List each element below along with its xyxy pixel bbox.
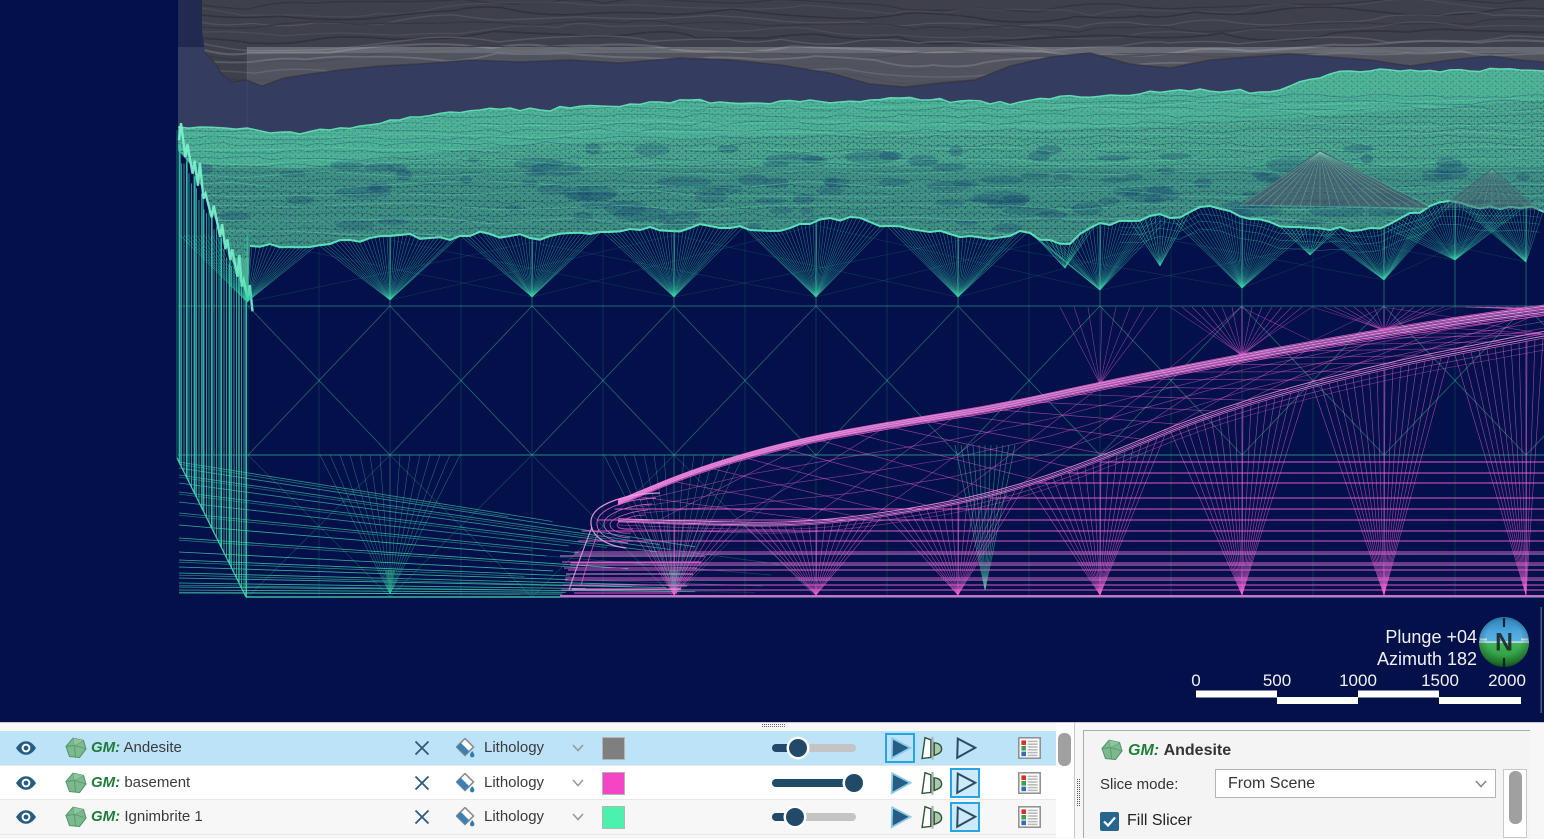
svg-text:N: N — [1495, 629, 1513, 657]
svg-text:Plunge +04: Plunge +04 — [1385, 627, 1477, 647]
svg-text:2000: 2000 — [1488, 671, 1526, 690]
svg-text:1000: 1000 — [1339, 671, 1377, 690]
svg-text:1500: 1500 — [1421, 671, 1459, 690]
svg-text:0: 0 — [1191, 671, 1200, 690]
svg-text:Azimuth 182: Azimuth 182 — [1377, 649, 1477, 669]
svg-text:500: 500 — [1263, 671, 1291, 690]
